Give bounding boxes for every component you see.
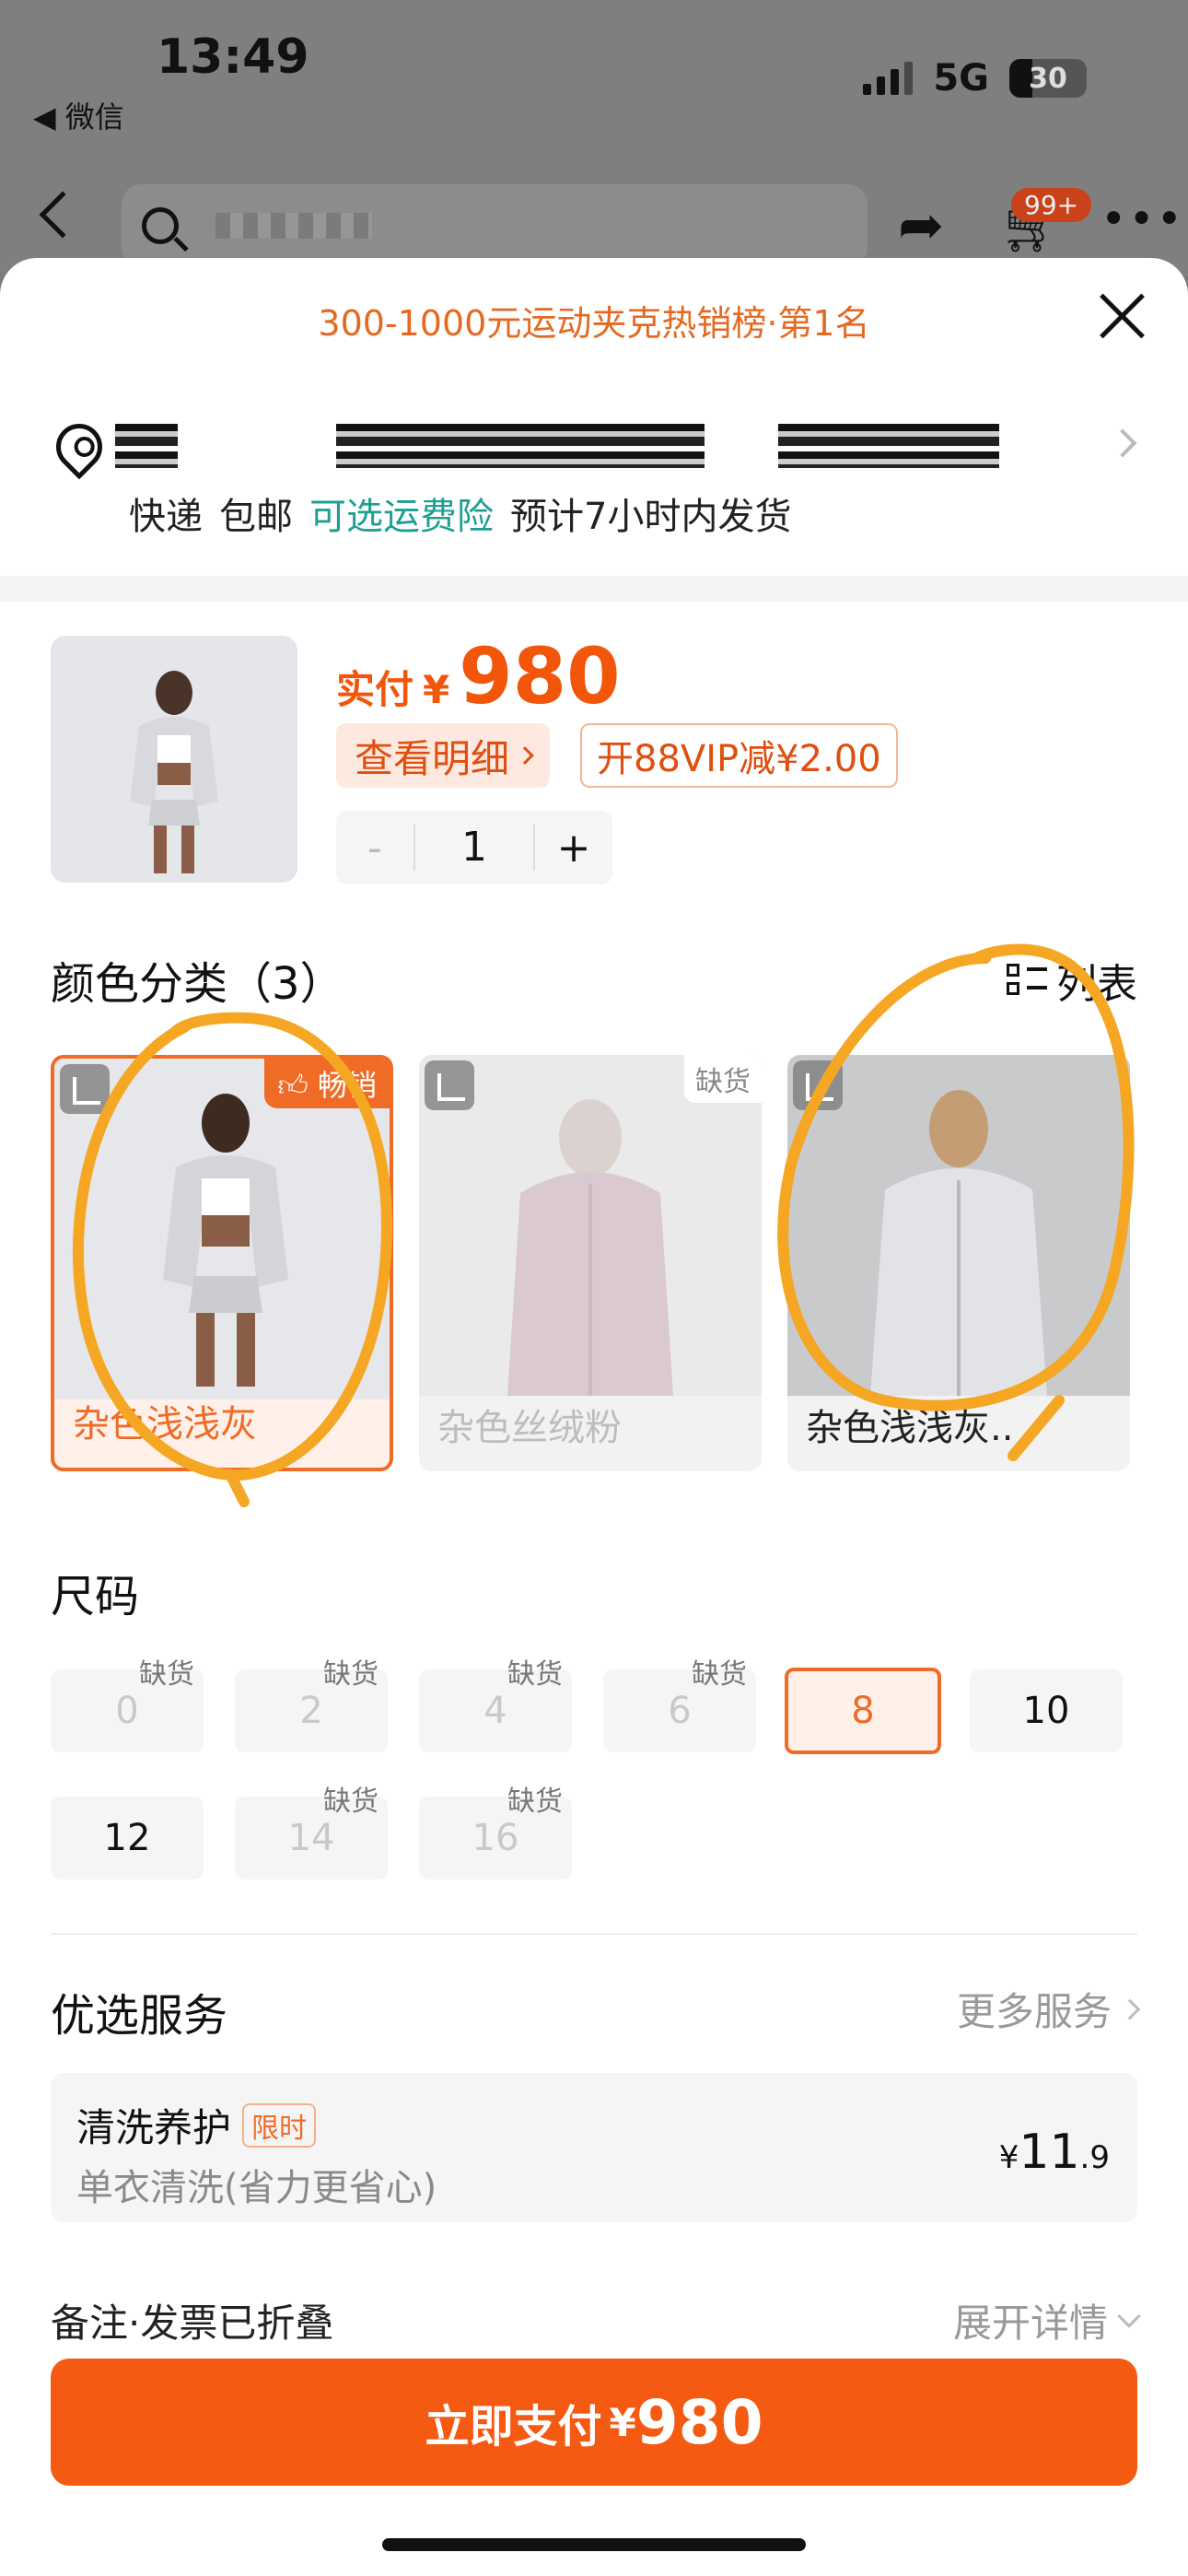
- shipping-express: 快递: [129, 496, 203, 538]
- color-option-label: 杂色浅浅灰: [73, 1403, 257, 1446]
- color-section-title: 颜色分类（3）: [51, 958, 344, 1010]
- out-of-stock-tag: 缺货: [692, 1658, 747, 1691]
- out-of-stock-tag: 缺货: [323, 1658, 379, 1691]
- purchase-sheet: 300-1000元运动夹克热销榜·第1名 快递 包邮 可选运费险 预计7小时内发…: [0, 258, 1188, 2576]
- shipping-info: 快递 包邮 可选运费险 预计7小时内发货: [129, 486, 791, 540]
- size-option-4[interactable]: 缺货 4: [419, 1658, 572, 1752]
- size-option-16[interactable]: 缺货 16: [419, 1786, 572, 1879]
- increase-button[interactable]: +: [535, 825, 612, 872]
- home-indicator: [382, 2538, 806, 2551]
- expand-image-icon[interactable]: [60, 1064, 110, 1114]
- color-option-label: 杂色浅浅灰..: [806, 1407, 1014, 1449]
- limited-time-badge: 限时: [242, 2102, 317, 2148]
- background-page: 13:49 ◀ 微信 5G 30 ➦ 🛒︎ 99+ •••: [0, 0, 1188, 276]
- size-section-title: 尺码: [51, 1571, 140, 1622]
- search-icon: [142, 207, 179, 244]
- product-thumbnail[interactable]: [51, 636, 297, 883]
- quantity-value[interactable]: 1: [413, 825, 535, 871]
- price-currency: ¥: [423, 667, 450, 712]
- color-option-3[interactable]: 杂色浅浅灰..: [787, 1055, 1130, 1471]
- more-icon[interactable]: •••: [1101, 193, 1184, 245]
- service-price: ¥ 11 .9: [998, 2125, 1110, 2180]
- price-row: 实付 ¥ 980: [336, 631, 621, 721]
- expand-image-icon[interactable]: [425, 1060, 474, 1110]
- view-details-button[interactable]: 查看明细: [336, 723, 551, 788]
- search-bar[interactable]: [122, 184, 868, 267]
- size-option-0[interactable]: 缺货 0: [51, 1658, 204, 1752]
- service-subtitle: 单衣清洗(省力更省心): [76, 2167, 437, 2209]
- size-option-10[interactable]: 10: [970, 1669, 1123, 1752]
- address-redacted: [115, 424, 178, 468]
- battery-icon: 30: [1009, 59, 1087, 98]
- decrease-button[interactable]: -: [336, 825, 413, 872]
- section-divider: [0, 576, 1188, 602]
- service-card-cleaning[interactable]: 清洗养护 限时 单衣清洗(省力更省心) ¥ 11 .9: [51, 2073, 1137, 2222]
- chevron-down-icon: [1117, 2303, 1141, 2328]
- chevron-right-icon: [1108, 428, 1137, 458]
- chevron-right-icon: [516, 746, 534, 765]
- status-indicators: 5G 30: [863, 57, 1087, 100]
- rank-banner[interactable]: 300-1000元运动夹克热销榜·第1名: [0, 295, 1188, 345]
- address-redacted: [336, 424, 705, 468]
- price-value: 980: [459, 631, 621, 721]
- size-option-14[interactable]: 缺货 14: [235, 1786, 388, 1879]
- shipping-free: 包邮: [219, 496, 293, 538]
- size-option-8[interactable]: 8: [785, 1668, 941, 1754]
- price-label: 实付: [336, 667, 414, 712]
- quantity-stepper: - 1 +: [336, 811, 612, 884]
- close-icon[interactable]: [1096, 290, 1147, 342]
- list-view-label: 列表: [1056, 961, 1137, 1008]
- out-of-stock-badge: 缺货: [684, 1055, 762, 1103]
- location-pin-icon: [46, 414, 112, 480]
- list-view-toggle[interactable]: 列表: [1007, 951, 1137, 1010]
- size-option-2[interactable]: 缺货 2: [235, 1658, 388, 1752]
- address-redacted: [778, 424, 999, 468]
- shipping-eta: 预计7小时内发货: [510, 496, 792, 538]
- signal-icon: [863, 62, 914, 95]
- shipping-insurance-link[interactable]: 可选运费险: [309, 486, 494, 540]
- back-arrow-icon[interactable]: [39, 191, 87, 239]
- vip-discount-button[interactable]: 开88VIP减¥2.00: [580, 723, 898, 788]
- expand-image-icon[interactable]: [793, 1060, 843, 1110]
- expand-details-link[interactable]: 展开详情: [953, 2292, 1141, 2348]
- share-icon[interactable]: ➦: [898, 193, 944, 258]
- address-row[interactable]: [46, 414, 1151, 488]
- network-type: 5G: [933, 57, 989, 100]
- size-option-12[interactable]: 12: [51, 1797, 204, 1879]
- services-section-title: 优选服务: [51, 1990, 228, 2042]
- out-of-stock-tag: 缺货: [507, 1658, 563, 1691]
- cart-badge: 99+: [1011, 188, 1092, 222]
- back-to-app-link[interactable]: ◀ 微信: [33, 94, 124, 136]
- status-time: 13:49: [157, 29, 309, 85]
- out-of-stock-tag: 缺货: [323, 1786, 379, 1818]
- list-view-icon: [1007, 962, 1047, 999]
- out-of-stock-tag: 缺货: [139, 1658, 194, 1691]
- color-option-label: 杂色丝绒粉: [437, 1407, 622, 1449]
- color-option-2[interactable]: 缺货 杂色丝绒粉: [419, 1055, 762, 1471]
- pay-now-button[interactable]: 立即支付 ¥ 980: [51, 2359, 1137, 2486]
- bestseller-badge: 👍︎ 畅销: [264, 1059, 390, 1108]
- view-details-label: 查看明细: [355, 735, 510, 781]
- chevron-right-icon: [1119, 1998, 1141, 2020]
- notes-invoice-label: 备注·发票已折叠: [51, 2301, 334, 2346]
- size-option-6[interactable]: 缺货 6: [603, 1658, 756, 1752]
- service-title: 清洗养护 限时: [76, 2097, 317, 2153]
- color-option-1[interactable]: 👍︎ 畅销 杂色浅浅灰: [51, 1055, 393, 1471]
- out-of-stock-tag: 缺货: [507, 1786, 563, 1818]
- divider: [51, 1933, 1137, 1935]
- search-query-blurred: [215, 213, 372, 239]
- more-services-link[interactable]: 更多服务: [957, 1981, 1141, 2037]
